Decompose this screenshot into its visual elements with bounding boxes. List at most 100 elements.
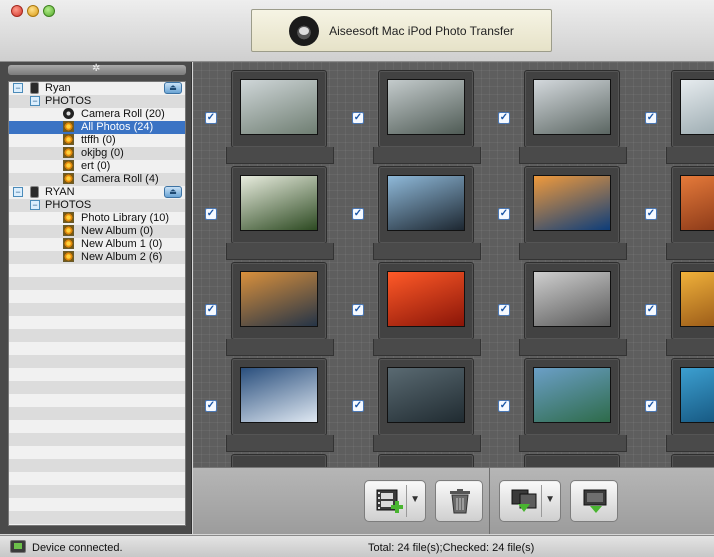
album-item[interactable]: Camera Roll (20) (9, 108, 185, 121)
eject-icon[interactable]: ⏏ (164, 186, 182, 198)
koala-thumbnail[interactable] (533, 271, 611, 327)
sunset-rocks-thumbnail[interactable] (680, 271, 714, 327)
photo-checkbox[interactable]: ✓ (205, 112, 217, 124)
minimize-window-button[interactable] (27, 5, 39, 17)
photo-checkbox[interactable]: ✓ (205, 208, 217, 220)
photo-checkbox[interactable]: ✓ (498, 112, 510, 124)
photo-frame[interactable] (378, 454, 474, 467)
device-row-ryan-2[interactable]: − RYAN ⏏ (9, 186, 185, 199)
photo-frame[interactable] (519, 70, 627, 164)
photo-frame[interactable] (671, 454, 714, 467)
close-window-button[interactable] (11, 5, 23, 17)
night-sky-thumbnail[interactable] (240, 367, 318, 423)
photo-checkbox[interactable]: ✓ (645, 400, 657, 412)
lighthouse-thumbnail[interactable] (240, 271, 318, 327)
ocean-thumbnail[interactable] (680, 367, 714, 423)
album-item-selected[interactable]: All Photos (24) (9, 121, 185, 134)
photo-frame[interactable] (373, 358, 481, 452)
photo-checkbox[interactable]: ✓ (498, 208, 510, 220)
photo-cell-partial[interactable] (193, 454, 327, 467)
collapse-icon[interactable]: − (30, 200, 40, 210)
photo-frame[interactable] (226, 262, 334, 356)
photo-cell[interactable]: ✓ (193, 358, 334, 454)
photo-frame[interactable] (226, 166, 334, 260)
photo-checkbox[interactable]: ✓ (205, 304, 217, 316)
album-item[interactable]: ttffh (0) (9, 134, 185, 147)
photos-section-row[interactable]: − PHOTOS (9, 199, 185, 212)
photo-checkbox[interactable]: ✓ (498, 304, 510, 316)
photo-checkbox[interactable]: ✓ (645, 304, 657, 316)
photo-cell[interactable]: ✓ (340, 70, 481, 166)
photo-checkbox[interactable]: ✓ (205, 400, 217, 412)
photo-frame[interactable] (519, 358, 627, 452)
photo-frame[interactable] (226, 70, 334, 164)
photo-cell[interactable]: ✓ (633, 358, 714, 454)
chevron-down-icon[interactable]: ▼ (410, 494, 420, 505)
export-to-mac-button[interactable] (570, 480, 618, 522)
plant-by-window-thumbnail[interactable] (680, 79, 714, 135)
chevron-down-icon[interactable]: ▼ (545, 494, 555, 505)
photo-cell-partial[interactable] (633, 454, 714, 467)
plant-by-window-thumbnail[interactable] (240, 79, 318, 135)
photo-checkbox[interactable]: ✓ (498, 400, 510, 412)
collapse-icon[interactable]: − (30, 96, 40, 106)
photo-frame[interactable] (666, 262, 714, 356)
photo-cell[interactable]: ✓ (340, 358, 481, 454)
photo-cell[interactable]: ✓ (193, 166, 334, 262)
collapse-icon[interactable]: − (13, 187, 23, 197)
photo-checkbox[interactable]: ✓ (352, 112, 364, 124)
album-item[interactable]: New Album 1 (0) (9, 238, 185, 251)
photo-cell[interactable]: ✓ (486, 166, 627, 262)
collapse-icon[interactable]: − (13, 83, 23, 93)
export-to-device-button[interactable]: ▼ (499, 480, 561, 522)
jellyfish-thumbnail[interactable] (533, 175, 611, 231)
photo-cell-partial[interactable] (340, 454, 474, 467)
photo-frame[interactable] (666, 358, 714, 452)
photo-cell-partial[interactable] (486, 454, 620, 467)
star-trails-thumbnail[interactable] (387, 367, 465, 423)
photo-frame[interactable] (524, 454, 620, 467)
photo-checkbox[interactable]: ✓ (645, 208, 657, 220)
add-photos-button[interactable]: ▼ (364, 480, 426, 522)
photo-cell[interactable]: ✓ (193, 262, 334, 358)
zoom-window-button[interactable] (43, 5, 55, 17)
album-item[interactable]: okjbg (0) (9, 147, 185, 160)
red-flower-thumbnail[interactable] (387, 271, 465, 327)
photo-frame[interactable] (519, 262, 627, 356)
photo-frame[interactable] (231, 454, 327, 467)
photo-checkbox[interactable]: ✓ (645, 112, 657, 124)
photo-frame[interactable] (373, 262, 481, 356)
album-item[interactable]: New Album 2 (6) (9, 251, 185, 264)
photos-section-row[interactable]: − PHOTOS (9, 95, 185, 108)
photo-cell[interactable]: ✓ (633, 70, 714, 166)
photo-cell[interactable]: ✓ (340, 262, 481, 358)
photo-frame[interactable] (666, 166, 714, 260)
photo-frame[interactable] (373, 70, 481, 164)
photo-frame[interactable] (666, 70, 714, 164)
album-item[interactable]: Camera Roll (4) (9, 173, 185, 186)
photo-cell[interactable]: ✓ (633, 262, 714, 358)
gear-icon[interactable]: ✲ (92, 63, 100, 75)
plant-by-window-thumbnail[interactable] (387, 79, 465, 135)
photo-frame[interactable] (373, 166, 481, 260)
album-item[interactable]: Photo Library (10) (9, 212, 185, 225)
mountain-lake-thumbnail[interactable] (533, 367, 611, 423)
penguins-thumbnail[interactable] (387, 175, 465, 231)
delete-button[interactable] (435, 480, 483, 522)
photo-cell[interactable]: ✓ (193, 70, 334, 166)
plant-by-window-thumbnail[interactable] (533, 79, 611, 135)
photo-cell[interactable]: ✓ (340, 166, 481, 262)
white-flower-thumbnail[interactable] (240, 175, 318, 231)
photo-cell[interactable]: ✓ (486, 358, 627, 454)
photo-checkbox[interactable]: ✓ (352, 208, 364, 220)
desert-thumbnail[interactable] (680, 175, 714, 231)
eject-icon[interactable]: ⏏ (164, 82, 182, 94)
album-item[interactable]: ert (0) (9, 160, 185, 173)
device-row-ryan[interactable]: − Ryan ⏏ (9, 82, 185, 95)
photo-cell[interactable]: ✓ (633, 166, 714, 262)
photo-cell[interactable]: ✓ (486, 262, 627, 358)
photo-checkbox[interactable]: ✓ (352, 304, 364, 316)
photo-cell[interactable]: ✓ (486, 70, 627, 166)
photo-frame[interactable] (519, 166, 627, 260)
album-item[interactable]: New Album (0) (9, 225, 185, 238)
